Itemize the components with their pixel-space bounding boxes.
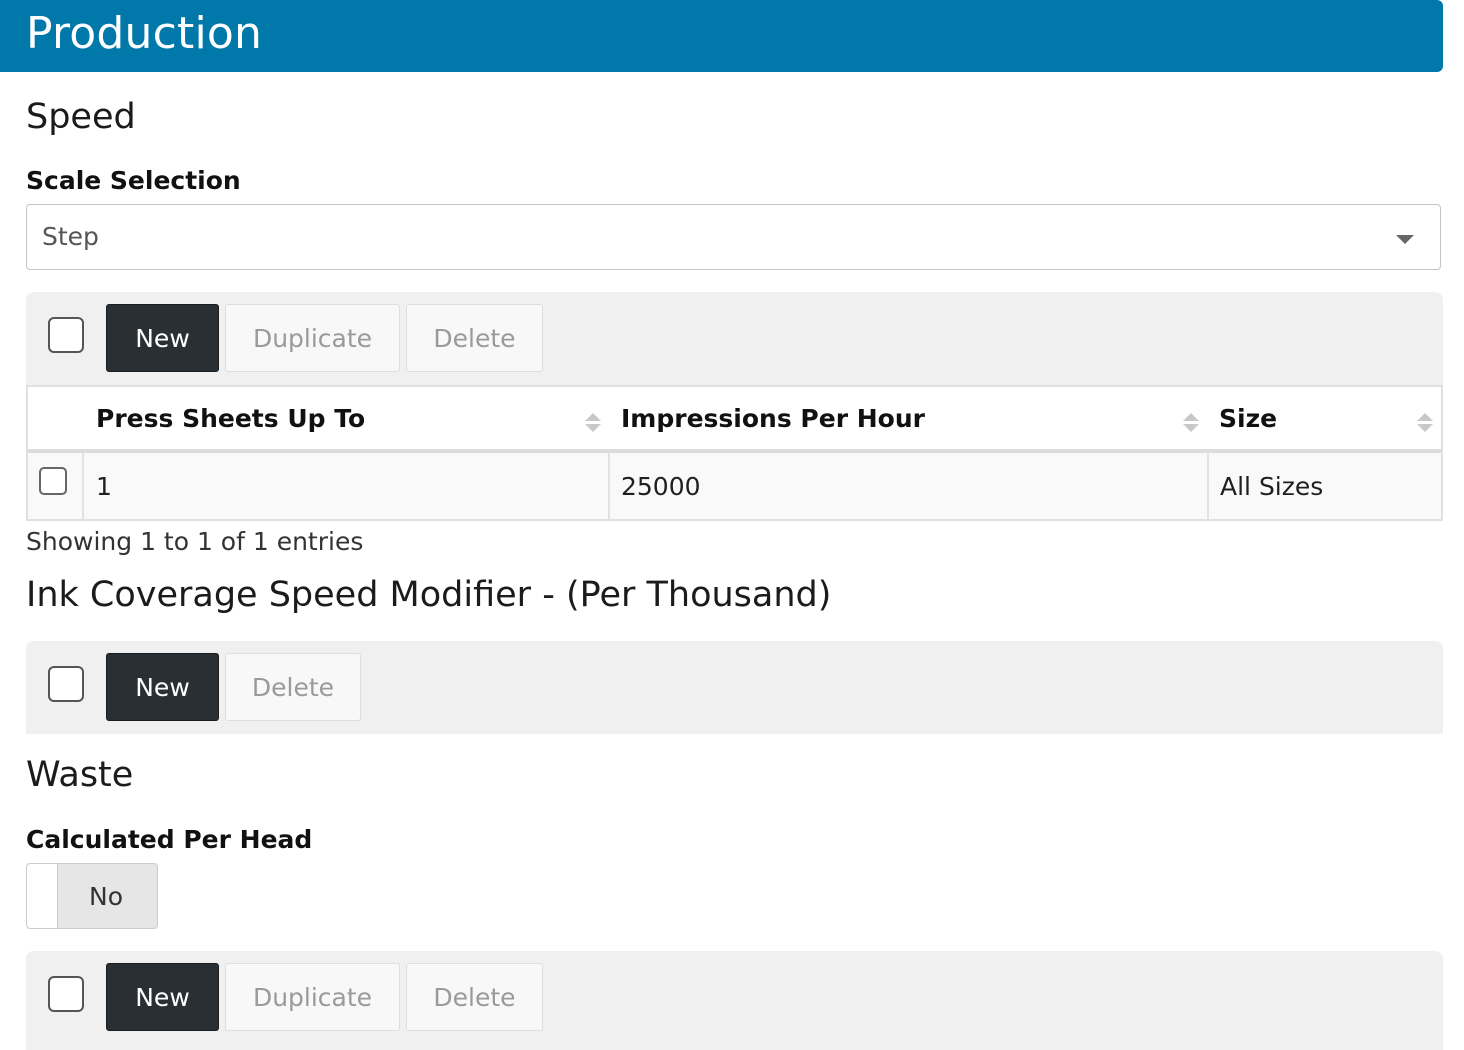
waste-duplicate-button[interactable]: Duplicate (225, 963, 400, 1031)
waste-title: Waste (26, 755, 134, 795)
scale-selection-value: Step (42, 222, 99, 251)
cell-divider (82, 453, 84, 519)
table-row[interactable]: 1 25000 All Sizes (28, 453, 1441, 519)
speed-duplicate-button[interactable]: Duplicate (225, 304, 400, 372)
scale-selection-label: Scale Selection (26, 166, 241, 195)
speed-table: Press Sheets Up To Impressions Per Hour … (26, 385, 1443, 521)
ink-toolbar: New Delete (26, 641, 1443, 734)
sort-icon[interactable] (1417, 413, 1433, 433)
ink-new-button[interactable]: New (106, 653, 219, 721)
cell-divider (608, 453, 610, 519)
ink-select-all-checkbox[interactable] (48, 666, 84, 702)
sort-icon[interactable] (1183, 413, 1199, 433)
cell-impressions: 25000 (621, 471, 701, 501)
waste-select-all-checkbox[interactable] (48, 976, 84, 1012)
column-header-press-sheets[interactable]: Press Sheets Up To (96, 387, 365, 449)
ink-coverage-title: Ink Coverage Speed Modifier - (Per Thous… (26, 575, 832, 615)
waste-new-button[interactable]: New (106, 963, 219, 1031)
speed-select-all-checkbox[interactable] (48, 317, 84, 353)
cell-size: All Sizes (1220, 471, 1324, 501)
column-header-impressions[interactable]: Impressions Per Hour (621, 387, 925, 449)
toggle-knob (27, 864, 58, 928)
sort-icon[interactable] (585, 413, 601, 433)
table-header: Press Sheets Up To Impressions Per Hour … (28, 387, 1441, 453)
speed-delete-button[interactable]: Delete (406, 304, 543, 372)
column-header-size[interactable]: Size (1219, 387, 1277, 449)
table-info: Showing 1 to 1 of 1 entries (26, 527, 364, 556)
ink-delete-button[interactable]: Delete (225, 653, 361, 721)
toggle-value: No (89, 882, 123, 911)
scale-selection-select[interactable]: Step (26, 204, 1441, 270)
row-checkbox[interactable] (39, 467, 67, 495)
speed-title: Speed (26, 97, 136, 137)
speed-new-button[interactable]: New (106, 304, 219, 372)
calculated-per-head-toggle[interactable]: No (26, 863, 158, 929)
page-title: Production (26, 8, 263, 59)
speed-toolbar: New Duplicate Delete (26, 292, 1443, 385)
section-header: Production (0, 0, 1443, 72)
cell-divider (1207, 453, 1209, 519)
chevron-down-icon (1396, 235, 1414, 244)
waste-toolbar: New Duplicate Delete (26, 951, 1443, 1050)
calculated-per-head-label: Calculated Per Head (26, 825, 313, 854)
cell-press-sheets: 1 (96, 471, 112, 501)
waste-delete-button[interactable]: Delete (406, 963, 543, 1031)
